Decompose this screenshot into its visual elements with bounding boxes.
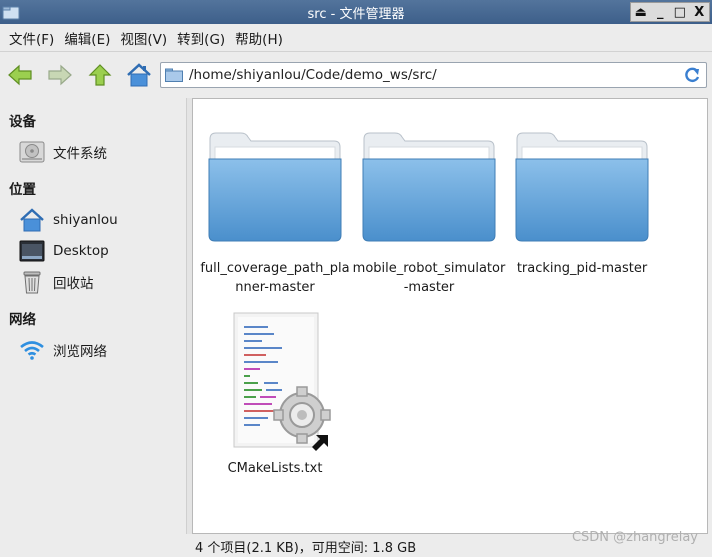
back-button[interactable] (6, 61, 34, 89)
file-manager-window: src - 文件管理器 ⏏ _ □ X 文件(F) 编辑(E) 视图(V) 转到… (0, 0, 712, 557)
forward-button[interactable] (46, 61, 74, 89)
file-name: mobile_robot_simulator-master (352, 261, 506, 295)
sidebar-item-label: 文件系统 (53, 146, 107, 162)
window-title: src - 文件管理器 (307, 7, 405, 22)
reload-icon[interactable] (683, 66, 701, 84)
file-item[interactable]: CMakeLists.txt (197, 311, 353, 481)
location-bar[interactable]: /home/shiyanlou/Code/demo_ws/src/ (160, 62, 707, 88)
folder-item[interactable]: tracking_pid-master (504, 129, 660, 299)
file-name: full_coverage_path_planner-master (200, 261, 350, 295)
sidebar: 设备 文件系统 位置 shiyanlou Desktop 回收站 网络 浏览网络 (0, 98, 186, 557)
folder-item[interactable]: full_coverage_path_planner-master (197, 129, 353, 299)
up-button[interactable] (86, 61, 114, 89)
back-arrow-icon (8, 64, 32, 86)
title-bar: src - 文件管理器 ⏏ _ □ X (0, 0, 712, 24)
menu-go[interactable]: 转到(G) (172, 28, 230, 48)
window-controls: ⏏ _ □ X (630, 2, 710, 22)
sidebar-item-desktop[interactable]: Desktop (18, 238, 109, 264)
home-icon (127, 63, 151, 87)
file-name: CMakeLists.txt (227, 461, 323, 476)
watermark: CSDN @zhangrelay (571, 530, 698, 545)
folder-icon (362, 132, 496, 242)
toolbar: /home/shiyanlou/Code/demo_ws/src/ (0, 53, 712, 97)
folder-icon (165, 68, 183, 82)
menu-view[interactable]: 视图(V) (115, 28, 172, 48)
sidebar-item-trash[interactable]: 回收站 (18, 269, 94, 295)
folder-icon (515, 132, 649, 242)
file-view[interactable]: full_coverage_path_planner-master mobile… (192, 98, 708, 534)
sidebar-item-label: 回收站 (53, 276, 94, 292)
trash-icon (18, 269, 46, 295)
wifi-icon (18, 337, 46, 363)
menu-edit[interactable]: 编辑(E) (59, 28, 115, 48)
places-heading: 位置 (9, 182, 36, 198)
menu-help[interactable]: 帮助(H) (230, 28, 288, 48)
sidebar-item-home[interactable]: shiyanlou (18, 207, 118, 233)
maximize-button[interactable]: □ (671, 3, 689, 21)
folder-item[interactable]: mobile_robot_simulator-master (351, 129, 507, 299)
location-path[interactable]: /home/shiyanlou/Code/demo_ws/src/ (189, 67, 437, 83)
harddisk-icon (18, 139, 46, 165)
forward-arrow-icon (48, 64, 72, 86)
menu-file[interactable]: 文件(F) (4, 28, 59, 48)
minimize-button[interactable]: _ (651, 3, 669, 21)
sidebar-item-label: shiyanlou (53, 212, 118, 228)
text-file-icon (233, 312, 331, 451)
devices-heading: 设备 (9, 114, 36, 130)
home-button[interactable] (125, 61, 153, 89)
close-button[interactable]: X (690, 3, 708, 21)
folder-icon (208, 132, 342, 242)
home-icon (18, 207, 46, 233)
sidebar-item-label: 浏览网络 (53, 344, 107, 360)
menu-bar: 文件(F) 编辑(E) 视图(V) 转到(G) 帮助(H) (0, 24, 712, 52)
up-arrow-icon (88, 64, 112, 86)
desktop-icon (18, 238, 46, 264)
network-heading: 网络 (9, 312, 36, 328)
sidebar-item-filesystem[interactable]: 文件系统 (18, 139, 107, 165)
sidebar-item-network[interactable]: 浏览网络 (18, 337, 107, 363)
status-text: 4 个项目(2.1 KB)，可用空间: 1.8 GB (195, 540, 417, 556)
shade-button[interactable]: ⏏ (632, 3, 650, 21)
file-name: tracking_pid-master (516, 261, 648, 276)
sidebar-item-label: Desktop (53, 243, 109, 259)
